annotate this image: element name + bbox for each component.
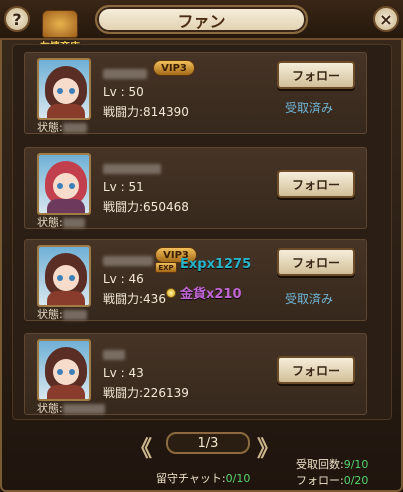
player-level: Lv : 51	[103, 180, 144, 194]
player-power: 戦闘力:436	[103, 292, 166, 306]
title-plate: ファン	[95, 5, 308, 34]
shop-icon	[42, 10, 78, 38]
avatar[interactable]	[37, 339, 91, 401]
player-power: 戦闘力:650468	[103, 200, 189, 214]
close-button[interactable]: ×	[373, 6, 399, 32]
gold-reward: 金貨x210	[180, 287, 242, 302]
avatar[interactable]	[37, 245, 91, 307]
next-page-button[interactable]: 》	[257, 431, 285, 462]
status-label: 状態:	[37, 121, 63, 134]
player-level: Lv : 46	[103, 272, 144, 286]
exp-reward: Expx1275	[180, 257, 252, 272]
status-label: 状態:	[37, 308, 63, 321]
help-button[interactable]: ?	[4, 6, 30, 32]
player-status: 状態:	[37, 306, 87, 322]
follow-button[interactable]: フォロー	[277, 356, 355, 384]
player-name	[103, 63, 147, 82]
player-status: 状態:	[37, 214, 85, 230]
avatar[interactable]	[37, 153, 91, 215]
receive-count-label: 受取回数:	[296, 458, 344, 471]
vip-badge: VIP3	[153, 60, 195, 76]
received-status: 受取済み	[285, 101, 334, 115]
player-power: 戦闘力:814390	[103, 105, 189, 119]
fan-card: Lv : 51 戦闘力:650468 状態: フォロー	[24, 147, 367, 229]
help-icon: ?	[12, 9, 22, 29]
page-indicator: 1/3	[166, 432, 250, 454]
prev-page-button[interactable]: 《	[130, 431, 158, 462]
receive-count: 受取回数:9/10	[296, 456, 368, 472]
follow-button[interactable]: フォロー	[277, 61, 355, 89]
close-icon: ×	[379, 9, 393, 29]
player-name	[103, 250, 153, 269]
player-level: Lv : 43	[103, 366, 144, 380]
chat-count-label: 留守チャット:	[156, 472, 226, 485]
receive-count-value: 9/10	[343, 458, 369, 471]
coin-icon	[166, 288, 176, 298]
player-status: 状態:	[37, 119, 87, 135]
status-label: 状態:	[37, 216, 63, 229]
received-status: 受取済み	[285, 292, 334, 306]
player-name	[103, 344, 125, 363]
player-level: Lv : 50	[103, 85, 144, 99]
fan-card: VIP3 Lv : 46 戦闘力:436 状態: フォロー 受取済み	[24, 239, 367, 321]
status-label: 状態:	[37, 402, 63, 415]
follow-count-value: 0/20	[343, 474, 369, 487]
follow-count-label: フォロー:	[296, 474, 344, 487]
page-title: ファン	[177, 11, 226, 31]
follow-button[interactable]: フォロー	[277, 248, 355, 276]
player-status: 状態:	[37, 400, 105, 416]
chat-count: 留守チャット:0/10	[156, 470, 250, 486]
avatar[interactable]	[37, 58, 91, 120]
window-header: ? 友情商店 ファン ×	[0, 0, 403, 53]
follow-button[interactable]: フォロー	[277, 170, 355, 198]
exp-tag: EXP	[155, 262, 177, 273]
fan-card: VIP3 Lv : 50 戦闘力:814390 状態: フォロー 受取済み	[24, 52, 367, 134]
follow-count: フォロー:0/20	[296, 472, 368, 488]
chat-count-value: 0/10	[225, 472, 251, 485]
player-power: 戦闘力:226139	[103, 386, 189, 400]
fan-card: Lv : 43 戦闘力:226139 状態: フォロー	[24, 333, 367, 415]
player-name	[103, 158, 161, 177]
